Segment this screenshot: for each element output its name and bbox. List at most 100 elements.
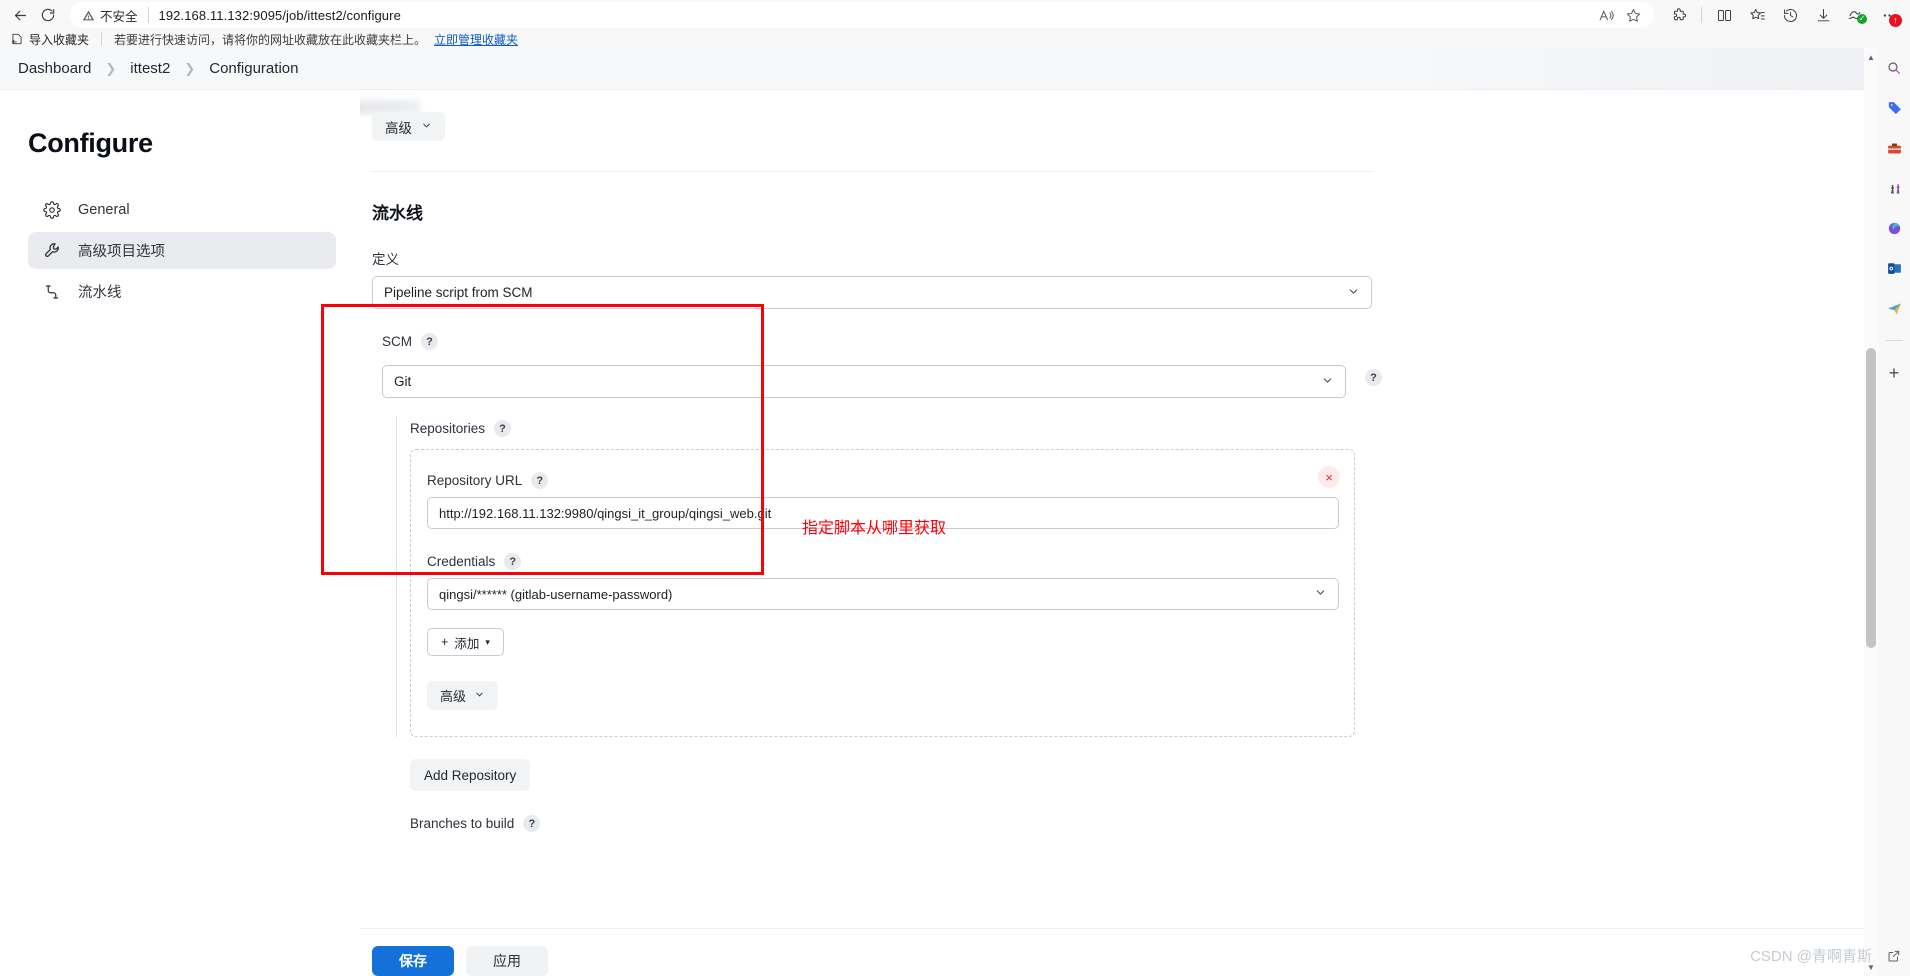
scrollbar-thumb[interactable]	[1866, 348, 1876, 648]
copilot-icon[interactable]	[1882, 216, 1906, 240]
repository-url-label: Repository URL	[427, 473, 523, 488]
extensions-icon[interactable]	[1664, 2, 1694, 28]
credentials-value: qingsi/****** (gitlab-username-password)	[439, 586, 673, 602]
add-icon[interactable]: +	[1882, 361, 1906, 385]
scm-label-row: SCM ?	[372, 333, 1382, 350]
breadcrumb-item-ittest2[interactable]: ittest2	[128, 60, 172, 77]
scm-value: Git	[394, 374, 412, 389]
open-in-new-icon[interactable]	[1882, 944, 1906, 968]
sidebar-divider	[1885, 340, 1903, 341]
help-icon[interactable]: ?	[494, 420, 512, 437]
remove-repository-button[interactable]: ×	[1318, 466, 1340, 488]
shopping-tag-icon[interactable]	[1882, 96, 1906, 120]
sidebar-item-general[interactable]: General	[28, 191, 336, 228]
browser-chrome: 不安全 192.168.11.132:9095/job/ittest2/conf…	[0, 0, 1910, 48]
chevron-down-icon	[474, 688, 485, 703]
breadcrumb-item-configuration[interactable]: Configuration	[207, 60, 300, 77]
security-label: 不安全	[100, 9, 138, 24]
omnibox-actions	[1598, 7, 1648, 24]
page-viewport: Dashboard ❯ ittest2 ❯ Configuration Conf…	[0, 48, 1878, 976]
advanced-toggle-top[interactable]: 高级	[372, 112, 445, 141]
branches-to-build-row: Branches to build ?	[410, 815, 1382, 832]
add-credentials-label: 添加	[454, 636, 480, 651]
section-divider	[372, 171, 1372, 172]
add-prefix: +	[441, 635, 449, 649]
credentials-select[interactable]: qingsi/****** (gitlab-username-password)	[427, 578, 1339, 610]
configure-main: 高级 流水线 定义 Pipeline script from SCM SCM ?…	[360, 90, 1878, 976]
scm-select[interactable]: Git	[382, 365, 1346, 398]
sidebar-item-advanced-project-options[interactable]: 高级项目选项	[28, 232, 336, 269]
definition-label: 定义	[372, 252, 399, 267]
scm-block: SCM ? Git ? Repositories ? × Repository …	[372, 333, 1382, 832]
caret-down-icon: ▾	[485, 636, 490, 647]
update-badge: ↑	[1889, 14, 1902, 27]
breadcrumb: Dashboard ❯ ittest2 ❯ Configuration	[0, 48, 1878, 90]
downloads-icon[interactable]	[1808, 2, 1838, 28]
import-favorites-label: 导入收藏夹	[29, 32, 90, 47]
tools-icon[interactable]	[1882, 136, 1906, 160]
browser-toolbar-icons: ✓ ↑	[1660, 2, 1904, 28]
help-icon[interactable]: ?	[421, 333, 438, 350]
settings-more-icon[interactable]: ↑	[1874, 2, 1904, 28]
chevron-down-icon	[421, 119, 432, 134]
wrench-icon	[42, 241, 62, 261]
security-indicator[interactable]: 不安全	[82, 6, 138, 25]
sidebar-item-pipeline[interactable]: 流水线	[28, 273, 336, 310]
repositories-label: Repositories	[410, 421, 486, 436]
split-screen-icon[interactable]	[1709, 2, 1739, 28]
add-repository-button[interactable]: Add Repository	[410, 759, 531, 791]
scm-select-row: Git ?	[372, 357, 1382, 398]
browser-side-panel: +	[1878, 48, 1910, 976]
scroll-up-arrow[interactable]: ▲	[1864, 50, 1878, 64]
url-text[interactable]: 192.168.11.132:9095/job/ittest2/configur…	[159, 8, 1598, 23]
search-icon[interactable]	[1882, 56, 1906, 80]
outlook-icon[interactable]	[1882, 256, 1906, 280]
browser-nav-bar: 不安全 192.168.11.132:9095/job/ittest2/conf…	[0, 0, 1910, 30]
form-footer: 保存 应用	[360, 928, 1878, 976]
manage-favorites-link[interactable]: 立即管理收藏夹	[434, 31, 518, 48]
breadcrumb-separator: ❯	[105, 60, 117, 76]
help-icon[interactable]: ?	[523, 815, 541, 832]
import-favorites-button[interactable]: 导入收藏夹	[10, 31, 89, 48]
credentials-label: Credentials	[427, 554, 496, 569]
bookmarks-bar: 导入收藏夹 若要进行快速访问，请将你的网址收藏放在此收藏夹栏上。 立即管理收藏夹	[0, 30, 1910, 48]
repository-advanced-label: 高级	[440, 689, 467, 704]
breadcrumb-item-dashboard[interactable]: Dashboard	[16, 60, 93, 77]
help-icon[interactable]: ?	[531, 472, 549, 489]
sync-check-icon: ✓	[1857, 14, 1867, 24]
watermark: CSDN @青啊青斯	[1750, 948, 1872, 965]
apply-button[interactable]: 应用	[466, 946, 548, 976]
definition-value: Pipeline script from SCM	[384, 285, 533, 300]
back-button[interactable]	[6, 2, 34, 28]
sidebar-item-label: 高级项目选项	[78, 244, 165, 260]
chevron-down-icon	[1314, 586, 1327, 602]
annotation-note: 指定脚本从哪里获取	[802, 520, 947, 537]
sidebar-item-label: General	[78, 201, 130, 218]
scm-outer-help-icon[interactable]: ?	[1365, 369, 1382, 386]
address-bar[interactable]: 不安全 192.168.11.132:9095/job/ittest2/conf…	[70, 2, 1654, 28]
games-icon[interactable]	[1882, 176, 1906, 200]
repository-url-label-row: Repository URL ?	[427, 472, 1332, 489]
repository-advanced-toggle[interactable]: 高级	[427, 681, 499, 710]
breadcrumb-separator: ❯	[184, 60, 196, 76]
browser-essentials-icon[interactable]: ✓	[1841, 2, 1871, 28]
repository-url-value: http://192.168.11.132:9980/qingsi_it_gro…	[439, 505, 772, 521]
help-icon[interactable]: ?	[504, 553, 522, 570]
reload-button[interactable]	[34, 2, 62, 28]
pipeline-section-title: 流水线	[372, 204, 423, 223]
history-icon[interactable]	[1775, 2, 1805, 28]
definition-select[interactable]: Pipeline script from SCM	[372, 276, 1372, 309]
advanced-toggle-top-label: 高级	[385, 120, 412, 136]
collections-icon[interactable]	[1742, 2, 1772, 28]
page-scrollbar[interactable]: ▲ ▼	[1864, 48, 1878, 976]
send-icon[interactable]	[1882, 296, 1906, 320]
star-icon[interactable]	[1625, 7, 1642, 24]
save-button[interactable]: 保存	[372, 946, 454, 976]
add-credentials-button[interactable]: + 添加 ▾	[427, 628, 504, 656]
bookmarks-divider	[101, 32, 103, 46]
read-aloud-icon[interactable]	[1598, 7, 1615, 24]
sidebar-item-label: 流水线	[78, 285, 122, 301]
pipeline-icon	[42, 282, 62, 302]
bookmarks-hint: 若要进行快速访问，请将你的网址收藏放在此收藏夹栏上。	[114, 32, 427, 47]
repositories-label-row: Repositories ?	[410, 420, 1382, 437]
